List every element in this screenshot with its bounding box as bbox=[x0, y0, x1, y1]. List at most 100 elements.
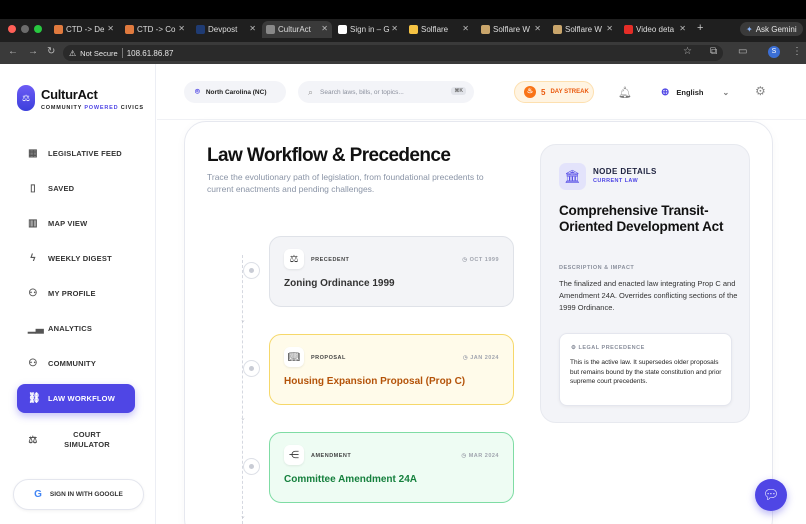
ask-gemini-label: Ask Gemini bbox=[755, 24, 797, 34]
sidebar-item-weekly-digest[interactable]: ϟ WEEKLY DIGEST bbox=[17, 244, 135, 273]
share-icon: ⋲ bbox=[284, 445, 304, 465]
clock-icon: ◷ bbox=[462, 257, 470, 263]
reload-icon[interactable]: ↻ bbox=[47, 46, 55, 57]
sidebar-item-community[interactable]: ⚇ COMMUNITY bbox=[17, 349, 135, 378]
back-icon[interactable]: ← bbox=[8, 46, 18, 57]
timeline-arrow-icon: ⌄ bbox=[240, 415, 246, 422]
timeline-node[interactable] bbox=[243, 360, 260, 377]
close-window-icon[interactable] bbox=[8, 25, 16, 33]
page-title: Law Workflow & Precedence bbox=[207, 145, 451, 166]
chat-bubble-icon: 💬︎ bbox=[762, 487, 780, 502]
sidebar-item-my-profile[interactable]: ⚇ MY PROFILE bbox=[17, 279, 135, 308]
legal-precedence-label: ⚙ LEGAL PRECEDENCE bbox=[571, 345, 645, 351]
browser-tab[interactable]: Solflare W ✕ bbox=[477, 21, 545, 38]
address-bar[interactable]: ⚠ Not Secure 108.61.86.87 bbox=[63, 45, 723, 61]
workflow-card-precedent[interactable]: ⚖ PRECEDENT ◷ OCT 1999 Zoning Ordinance 199… bbox=[269, 236, 514, 307]
sidebar-item-legislative-feed[interactable]: ▦ LEGISLATIVE FEED bbox=[17, 139, 135, 168]
streak-badge[interactable]: ♨ 5 DAY STREAK bbox=[514, 81, 594, 103]
bookmark-icon: ▯ bbox=[30, 183, 36, 194]
google-signin-button[interactable]: G SIGN IN WITH GOOGLE bbox=[13, 479, 144, 510]
search-input[interactable]: ⌕ Search laws, bills, or topics... ⌘K bbox=[298, 81, 474, 103]
tagline-part-3: CIVICS bbox=[118, 105, 144, 111]
pencil-icon bbox=[54, 25, 63, 34]
pencil-icon bbox=[125, 25, 134, 34]
timeline-node[interactable] bbox=[243, 262, 260, 279]
image-icon bbox=[481, 25, 490, 34]
timeline-arrow-icon: ⌄ bbox=[240, 317, 246, 324]
menu-kebab-icon[interactable]: ⋮ bbox=[792, 46, 802, 57]
sidebar-item-law-workflow[interactable]: ⛓ LAW WORKFLOW bbox=[17, 384, 135, 413]
youtube-icon bbox=[624, 25, 633, 34]
not-secure-label: Not Secure bbox=[80, 48, 118, 58]
sidebar-item-label: ANALYTICS bbox=[48, 324, 93, 333]
close-tab-icon[interactable]: ✕ bbox=[606, 24, 613, 33]
sidepanel-icon[interactable]: ▭ bbox=[738, 46, 747, 57]
url-text: 108.61.86.87 bbox=[126, 48, 174, 58]
sidebar-item-label: SAVED bbox=[48, 184, 75, 193]
timeline-node[interactable] bbox=[243, 458, 260, 475]
workflow-icon: ⛓ bbox=[28, 393, 41, 404]
location-selector[interactable]: ⌾ North Carolina (NC) bbox=[184, 81, 286, 103]
browser-tab-title: Solflare bbox=[421, 25, 449, 34]
close-tab-icon[interactable]: ✕ bbox=[679, 24, 686, 33]
grid-icon: ▦ bbox=[28, 148, 38, 159]
google-g-icon: G bbox=[34, 489, 42, 500]
close-tab-icon[interactable]: ✕ bbox=[391, 24, 398, 33]
card-date-text: MAR 2024 bbox=[468, 453, 499, 459]
browser-tab[interactable]: CulturAct ✕ bbox=[262, 21, 332, 38]
close-tab-icon[interactable]: ✕ bbox=[462, 24, 469, 33]
browser-tab[interactable]: Devpost ✕ bbox=[192, 21, 260, 38]
close-tab-icon[interactable]: ✕ bbox=[107, 24, 114, 33]
app-name: CulturAct bbox=[41, 87, 98, 102]
close-tab-icon[interactable]: ✕ bbox=[321, 24, 328, 33]
bookmark-star-icon[interactable]: ☆ bbox=[683, 46, 692, 57]
browser-tab[interactable]: Solflare ✕ bbox=[405, 21, 473, 38]
card-title: Zoning Ordinance 1999 bbox=[284, 278, 395, 289]
extensions-icon[interactable]: ⧉ bbox=[710, 46, 717, 57]
chat-button[interactable]: 💬︎ bbox=[755, 479, 787, 511]
timeline-line bbox=[242, 255, 243, 524]
browser-tab[interactable]: CTD -> Co ✕ bbox=[121, 21, 189, 38]
ask-gemini-button[interactable]: ✦ Ask Gemini bbox=[740, 22, 803, 36]
sidebar-item-analytics[interactable]: ▁▃ ANALYTICS bbox=[17, 314, 135, 343]
card-type-label: AMENDMENT bbox=[311, 453, 352, 459]
browser-tab[interactable]: CTD -> De ✕ bbox=[50, 21, 118, 38]
card-date: ◷ MAR 2024 bbox=[461, 453, 499, 459]
search-shortcut: ⌘K bbox=[451, 87, 466, 95]
page-description: Trace the evolutionary path of legislati… bbox=[207, 172, 484, 194]
maximize-window-icon[interactable] bbox=[34, 25, 42, 33]
timeline-arrow-icon: ⌄ bbox=[240, 513, 246, 520]
google-icon bbox=[338, 25, 347, 34]
bell-icon[interactable]: 🔔︎ bbox=[618, 86, 632, 99]
sidebar-item-map-view[interactable]: ▥ MAP VIEW bbox=[17, 209, 135, 238]
sidebar-item-court-simulator[interactable]: ⚖ COURT SIMULATOR bbox=[17, 425, 135, 455]
forward-icon[interactable]: → bbox=[28, 46, 38, 57]
globe-icon: ⊕ bbox=[661, 86, 670, 98]
minimize-window-icon[interactable] bbox=[21, 25, 29, 33]
lightning-icon: ϟ bbox=[30, 253, 36, 264]
close-tab-icon[interactable]: ✕ bbox=[534, 24, 541, 33]
browser-tab[interactable]: Solflare W ✕ bbox=[549, 21, 617, 38]
new-tab-button[interactable]: + bbox=[697, 22, 703, 34]
browser-tab[interactable]: Video deta ✕ bbox=[620, 21, 690, 38]
profile-avatar[interactable]: S bbox=[768, 46, 780, 58]
workflow-card-amendment[interactable]: ⋲ AMENDMENT ◷ MAR 2024 Committee Amendment … bbox=[269, 432, 514, 503]
sidebar-item-saved[interactable]: ▯ SAVED bbox=[17, 174, 135, 203]
sidebar-item-label: COURT SIMULATOR bbox=[64, 430, 110, 449]
gear-icon[interactable]: ⚙ bbox=[755, 84, 766, 98]
clock-icon: ◷ bbox=[461, 453, 469, 459]
language-selector[interactable]: ⊕ English ⌄ bbox=[653, 81, 731, 103]
warning-icon: ⚠ bbox=[69, 48, 77, 58]
browser-tab-title: CTD -> De bbox=[66, 25, 105, 34]
location-pin-icon: ⌾ bbox=[195, 87, 200, 96]
close-tab-icon[interactable]: ✕ bbox=[249, 24, 256, 33]
close-tab-icon[interactable]: ✕ bbox=[178, 24, 185, 33]
sidebar-item-label: WEEKLY DIGEST bbox=[48, 254, 112, 263]
location-label: North Carolina (NC) bbox=[205, 88, 267, 96]
chevron-down-icon: ⌄ bbox=[722, 87, 730, 97]
browser-tab[interactable]: Sign in – G ✕ bbox=[334, 21, 402, 38]
tagline-part-1: COMMUNITY bbox=[41, 105, 85, 111]
bank-icon: 🏛︎ bbox=[559, 163, 586, 190]
google-signin-label: SIGN IN WITH GOOGLE bbox=[49, 491, 123, 498]
workflow-card-proposal[interactable]: 📖︎ PROPOSAL ◷ JAN 2024 Housing Expansion Pr… bbox=[269, 334, 514, 405]
